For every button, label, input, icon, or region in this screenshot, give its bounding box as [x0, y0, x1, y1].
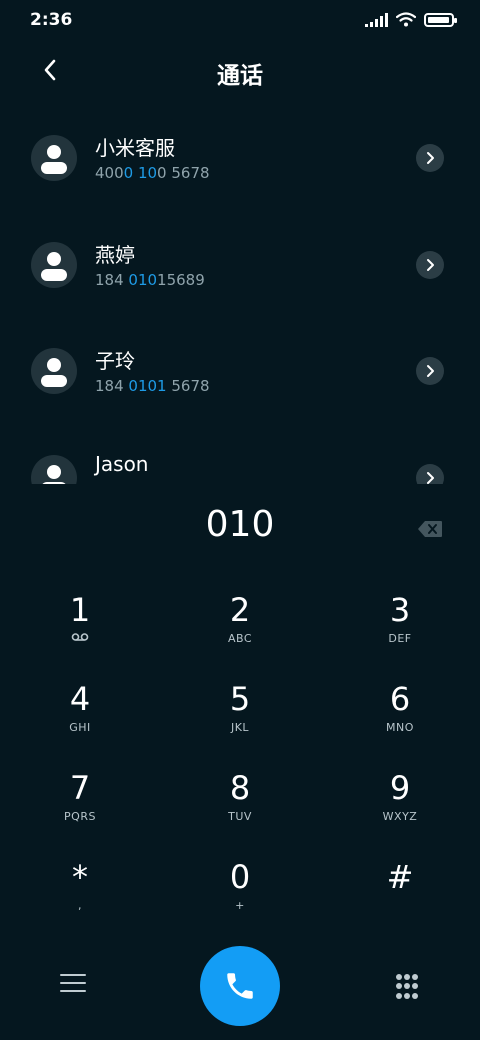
key-letters: GHI — [69, 721, 91, 734]
avatar — [31, 135, 77, 181]
key-digit: 1 — [69, 591, 91, 629]
key-digit: 0 — [229, 858, 251, 896]
key-digit: 9 — [389, 769, 411, 807]
dialed-number: 010 — [205, 504, 275, 545]
backspace-button[interactable] — [416, 518, 444, 540]
number-match: 010 — [128, 271, 158, 289]
chevron-right-icon — [427, 472, 434, 484]
contact-detail-button[interactable] — [416, 144, 444, 172]
menu-icon — [60, 974, 86, 992]
contact-name: 子玲 — [95, 349, 135, 373]
key-5[interactable]: 5 JKL — [180, 679, 300, 759]
bottom-bar — [0, 946, 480, 1026]
header: 通话 — [0, 50, 480, 90]
contact-number: 4000 100 5678 — [95, 164, 210, 182]
page-title: 通话 — [217, 63, 263, 89]
dial-display: 010 — [0, 504, 480, 554]
number-part: 0 5678 — [157, 164, 210, 182]
key-letters: , — [78, 899, 82, 912]
contact-number: 184 01015689 — [95, 271, 205, 289]
contact-detail-button[interactable] — [416, 464, 444, 484]
key-letters: + — [235, 899, 245, 912]
contact-name: 燕婷 — [95, 243, 135, 267]
contact-detail-button[interactable] — [416, 251, 444, 279]
key-letters: WXYZ — [382, 810, 418, 823]
key-digit: 3 — [389, 591, 411, 629]
contact-detail-button[interactable] — [416, 357, 444, 385]
key-1[interactable]: 1 — [20, 590, 140, 670]
status-icons — [365, 12, 457, 27]
key-letters: MNO — [386, 721, 414, 734]
key-digit: 2 — [229, 591, 251, 629]
key-0[interactable]: 0 + — [180, 857, 300, 937]
contact-list: 小米客服 4000 100 5678 燕婷 184 01015689 子玲 18… — [0, 104, 480, 484]
key-3[interactable]: 3 DEF — [340, 590, 460, 670]
avatar — [31, 242, 77, 288]
key-digit: 7 — [69, 769, 91, 807]
contact-item[interactable]: 子玲 184 0101 5678 — [0, 317, 480, 423]
avatar — [31, 348, 77, 394]
key-star[interactable]: * , — [20, 857, 140, 937]
number-part: 400 — [95, 164, 124, 182]
status-time: 2:36 — [30, 10, 73, 30]
key-letters: TUV — [228, 810, 252, 823]
key-letters: ABC — [227, 632, 253, 645]
chevron-right-icon — [427, 365, 434, 377]
status-bar: 2:36 — [0, 0, 480, 40]
battery-icon — [424, 12, 457, 27]
key-8[interactable]: 8 TUV — [180, 768, 300, 848]
battery-fill — [428, 16, 449, 23]
key-digit: 4 — [69, 680, 91, 718]
key-digit: 8 — [229, 769, 251, 807]
key-digit: # — [386, 858, 414, 896]
key-hash[interactable]: # — [340, 857, 460, 937]
chevron-right-icon — [427, 152, 434, 164]
key-9[interactable]: 9 WXYZ — [340, 768, 460, 848]
dialpad-icon — [396, 974, 402, 980]
key-letters: DEF — [388, 632, 412, 645]
number-part: 15689 — [157, 271, 205, 289]
key-digit: * — [72, 858, 88, 896]
wifi-icon — [396, 12, 416, 27]
contact-name: Jason — [95, 452, 149, 476]
key-6[interactable]: 6 MNO — [340, 679, 460, 759]
number-part: 5678 — [166, 377, 210, 395]
key-2[interactable]: 2 ABC — [180, 590, 300, 670]
contact-name: 小米客服 — [95, 136, 175, 160]
voicemail-icon — [20, 632, 140, 646]
signal-icon — [365, 12, 388, 27]
avatar — [31, 455, 77, 484]
contact-item[interactable]: 小米客服 4000 100 5678 — [0, 104, 480, 210]
number-part: 184 — [95, 271, 129, 289]
key-digit: 6 — [389, 680, 411, 718]
key-4[interactable]: 4 GHI — [20, 679, 140, 759]
dialpad-toggle-button[interactable] — [396, 974, 418, 1000]
chevron-right-icon — [427, 259, 434, 271]
call-button[interactable] — [200, 946, 280, 1026]
contact-item[interactable]: 燕婷 184 01015689 — [0, 211, 480, 317]
key-letters: PQRS — [64, 810, 96, 823]
key-letters — [340, 899, 460, 913]
backspace-icon — [418, 521, 442, 537]
key-digit: 5 — [229, 680, 251, 718]
key-7[interactable]: 7 PQRS — [20, 768, 140, 848]
phone-icon — [227, 973, 253, 999]
number-part: 184 — [95, 377, 129, 395]
contact-number: 184 0101 5678 — [95, 377, 210, 395]
menu-button[interactable] — [60, 974, 86, 996]
key-letters: JKL — [230, 721, 250, 734]
contact-item[interactable]: Jason — [0, 424, 480, 484]
number-match: 0 10 — [123, 164, 158, 182]
number-match: 0101 — [128, 377, 167, 395]
